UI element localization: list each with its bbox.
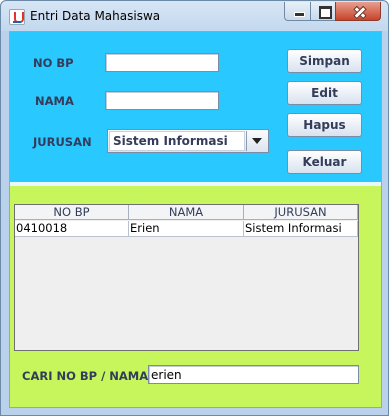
cell-jurusan[interactable]: Sistem Informasi [244, 221, 358, 237]
nobp-field[interactable] [105, 53, 219, 72]
edit-button[interactable]: Edit [287, 81, 362, 105]
close-button[interactable] [335, 2, 381, 21]
search-label: CARI NO BP / NAMA [22, 369, 149, 383]
chevron-down-icon[interactable] [246, 131, 267, 151]
maximize-button[interactable] [310, 2, 336, 21]
minimize-button[interactable] [284, 2, 311, 21]
cell-nama[interactable]: Erien [129, 221, 244, 237]
java-icon [9, 9, 25, 25]
table-header: NO BP NAMA JURUSAN [15, 205, 358, 220]
simpan-button[interactable]: Simpan [287, 49, 362, 73]
data-table[interactable]: NO BP NAMA JURUSAN 0410018 Erien Sistem … [14, 204, 359, 351]
jurusan-combobox[interactable]: Sistem Informasi [107, 129, 269, 153]
nama-label: NAMA [35, 94, 74, 108]
content-area: NO BP NAMA JURUSAN Sistem Informasi Simp… [9, 31, 382, 408]
main-window: Entri Data Mahasiswa NO BP NAMA JURUSAN … [0, 0, 389, 416]
column-header-jurusan[interactable]: JURUSAN [244, 205, 358, 220]
keluar-button[interactable]: Keluar [287, 150, 362, 174]
jurusan-selected-value: Sistem Informasi [109, 131, 245, 151]
window-title: Entri Data Mahasiswa [30, 9, 161, 23]
search-input[interactable] [148, 365, 359, 384]
jurusan-label: JURUSAN [33, 135, 92, 149]
table-row[interactable]: 0410018 Erien Sistem Informasi [15, 221, 358, 237]
cell-nobp[interactable]: 0410018 [15, 221, 129, 237]
form-panel: NO BP NAMA JURUSAN Sistem Informasi Simp… [10, 32, 381, 186]
hapus-button[interactable]: Hapus [287, 113, 362, 137]
column-header-nama[interactable]: NAMA [129, 205, 244, 220]
column-header-nobp[interactable]: NO BP [15, 205, 129, 220]
nobp-label: NO BP [33, 56, 74, 70]
nama-field[interactable] [105, 91, 219, 110]
title-bar[interactable]: Entri Data Mahasiswa [1, 1, 388, 31]
